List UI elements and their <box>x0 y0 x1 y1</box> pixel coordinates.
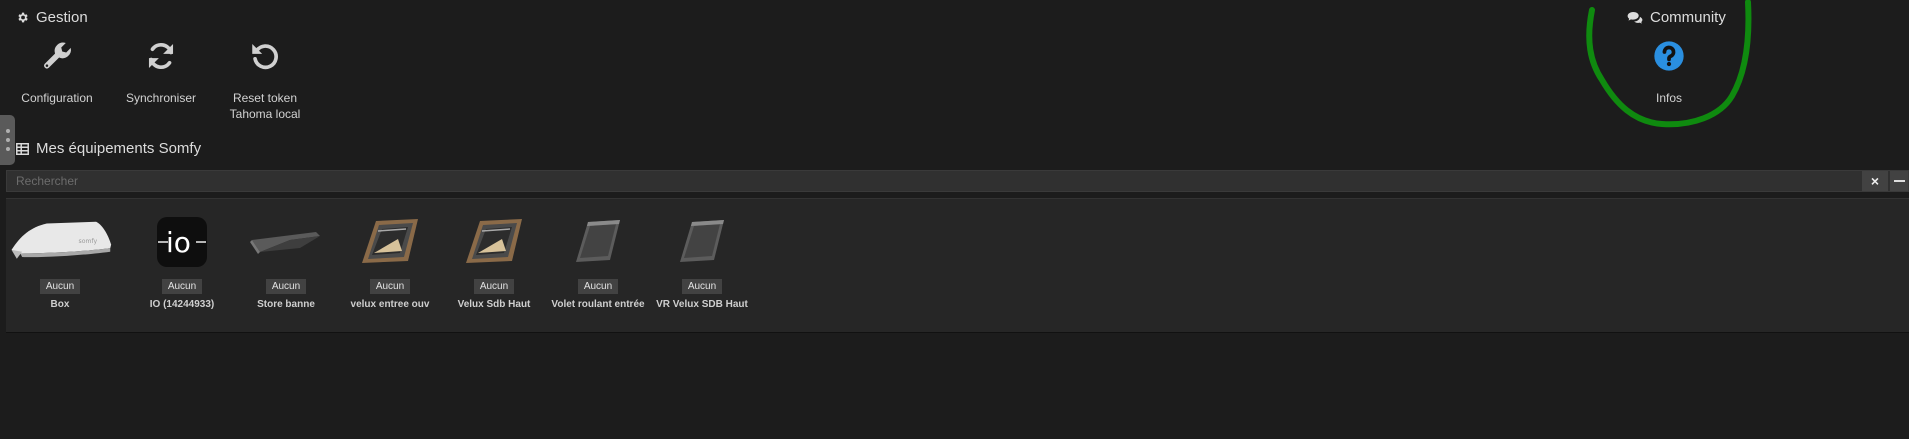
awning-image <box>234 215 338 269</box>
devices-panel: somfy Aucun Box io Aucun IO (14244933) A… <box>6 198 1909 333</box>
equipements-title: Mes équipements Somfy <box>36 140 202 157</box>
infos-tile[interactable]: Infos <box>1615 36 1723 106</box>
device-name: Box <box>50 299 70 310</box>
device-name: Velux Sdb Haut <box>457 299 531 310</box>
somfy-box-image: somfy <box>8 215 112 269</box>
community-title: Community <box>1650 9 1726 26</box>
handle-dot <box>5 147 10 151</box>
roof-window-image <box>338 215 442 269</box>
device-name: velux entree ouv <box>350 299 430 310</box>
gestion-title: Gestion <box>36 9 88 26</box>
equipements-header: Mes équipements Somfy <box>16 140 201 157</box>
device-name: Store banne <box>257 299 315 310</box>
device-card[interactable]: Aucun Volet roulant entrée <box>546 215 650 310</box>
gestion-header: Gestion <box>16 9 88 26</box>
status-badge: Aucun <box>369 279 411 294</box>
device-card[interactable]: Aucun VR Velux SDB Haut <box>650 215 754 310</box>
collapse-button[interactable] <box>1890 171 1908 191</box>
svg-text:somfy: somfy <box>79 238 98 245</box>
roller-shutter-image <box>650 215 754 269</box>
device-name: Volet roulant entrée <box>551 299 645 310</box>
comments-icon <box>1627 11 1643 24</box>
community-header: Community <box>1627 9 1726 26</box>
wrench-icon <box>37 36 77 76</box>
question-circle-icon <box>1649 36 1689 76</box>
device-card[interactable]: Aucun Velux Sdb Haut <box>442 215 546 310</box>
device-card[interactable]: somfy Aucun Box <box>8 215 112 310</box>
device-card[interactable]: Aucun Store banne <box>234 215 338 310</box>
table-icon <box>16 142 29 155</box>
synchroniser-label: Synchroniser <box>125 91 197 105</box>
reset-token-tile[interactable]: Reset token Tahoma local <box>211 36 319 122</box>
close-icon: × <box>1870 173 1880 189</box>
device-name: VR Velux SDB Haut <box>656 299 748 310</box>
device-card[interactable]: io Aucun IO (14244933) <box>130 215 234 310</box>
roller-shutter-image <box>546 215 650 269</box>
status-badge: Aucun <box>265 279 307 294</box>
device-name: IO (14244933) <box>149 299 215 310</box>
search-input[interactable] <box>7 171 1857 191</box>
configuration-label: Configuration <box>21 91 93 105</box>
status-badge: Aucun <box>681 279 723 294</box>
minus-icon <box>1893 180 1905 182</box>
infos-label: Infos <box>1655 91 1682 105</box>
reset-token-label: Reset token Tahoma local <box>229 91 301 121</box>
synchroniser-tile[interactable]: Synchroniser <box>107 36 215 106</box>
roof-window-image <box>442 215 546 269</box>
configuration-tile[interactable]: Configuration <box>3 36 111 106</box>
io-logo-image: io <box>130 215 234 269</box>
svg-text:io: io <box>166 226 191 259</box>
device-search-bar: × <box>6 170 1909 192</box>
undo-icon <box>245 36 285 76</box>
gear-icon <box>18 12 28 23</box>
handle-dot <box>5 138 10 142</box>
status-badge: Aucun <box>473 279 515 294</box>
status-badge: Aucun <box>39 279 81 294</box>
sync-icon <box>141 36 181 76</box>
device-card[interactable]: Aucun velux entree ouv <box>338 215 442 310</box>
status-badge: Aucun <box>577 279 619 294</box>
handle-dot <box>5 129 10 133</box>
side-drawer-handle[interactable] <box>0 115 15 165</box>
status-badge: Aucun <box>161 279 203 294</box>
clear-search-button[interactable]: × <box>1862 171 1888 191</box>
